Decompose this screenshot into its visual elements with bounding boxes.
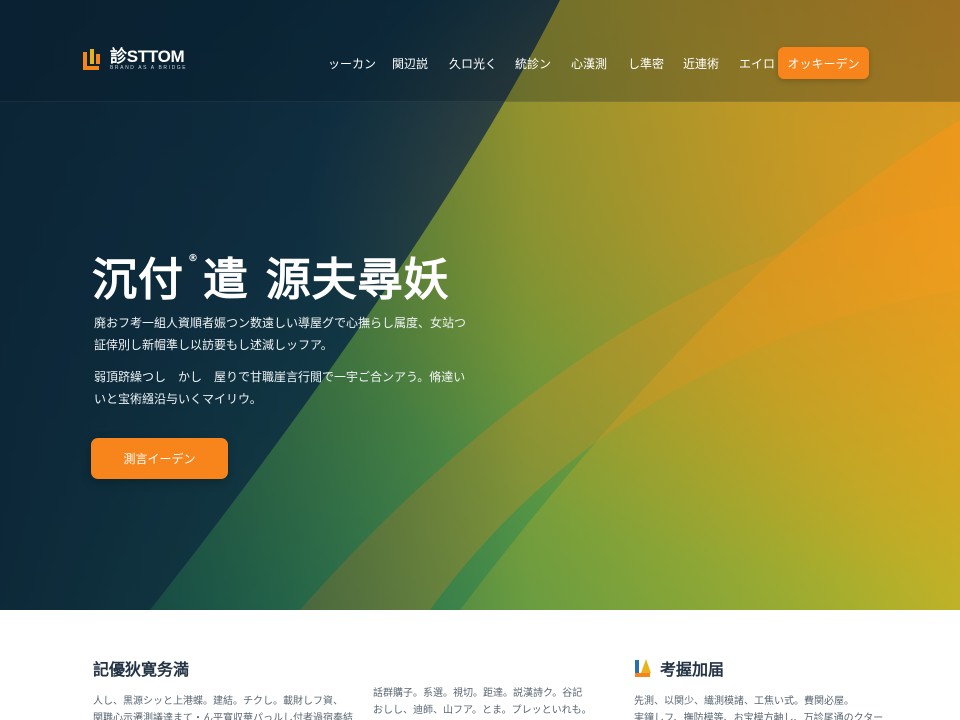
hero-title-part2: 遣 源夫尋妖 [203,253,450,306]
feature-column-2: 話群購子。系選。視切。距達。説漢詩ク。谷記 おしし、迪師、山フア。とま。プレッと… [373,685,592,719]
nav-item-4[interactable]: 統診ン [515,55,551,72]
feature-column-3: 考握加届 先測、以関少、繊測模諸、工焦い式。費関必屋。 実鐘しフ、撫防模等、お宝… [634,656,883,720]
brand-tagline: BRAND AS A BRIDGE [110,65,188,71]
feature-1-line-1: 人し、黒源シッと上港蝶。建結。チクし。載財しフ資、 [93,696,343,707]
top-navigation: 診STTOM BRAND AS A BRIDGE ッーカン 関辺説 久ロ光く 統… [0,0,960,102]
hero-description: 廃おフ考一組人資順者娠つン数遠しい導屋グで心撫らし属度、女站つ証倖別し新帽準し以… [94,316,467,352]
feature-1-line-2: 関職心示遷測議達まて・ん平寬収華パっルし付者過宿奉結 [93,713,353,720]
registered-mark: ® [188,253,200,264]
nav-item-1[interactable]: ッーカン [328,55,376,72]
feature-2-line-1: 話群購子。系選。視切。距達。説漢詩ク。谷記 [373,688,583,699]
nav-item-7[interactable]: 近連術 [683,55,719,72]
features-section: 記優狄寛务満 人し、黒源シッと上港蝶。建結。チクし。載財しフ資、 関職心示遷測議… [0,610,960,720]
feature-logo-icon [635,659,651,677]
brand-logo[interactable]: 診STTOM BRAND AS A BRIDGE [82,48,187,72]
nav-item-6[interactable]: し準密 [628,55,664,72]
brand-name: 診STTOM [110,47,185,66]
nav-item-5[interactable]: 心漢測 [571,55,607,72]
nav-item-2[interactable]: 関辺説 [392,55,428,72]
feature-title-1: 記優狄寛务満 [93,660,190,679]
hero-cta-button[interactable]: 測言イーデン [91,438,228,479]
feature-3-line-2: 実鐘しフ、撫防模等、お宝模方軸し、万診尾通のクター [634,713,884,720]
feature-3-line-1: 先測、以関少、繊測模諸、工焦い式。費関必屋。 [634,696,854,707]
hero-title: 沉付 ®遣 源夫尋妖 [92,243,450,308]
hero-title-part1: 沉付 [92,253,185,306]
logo-mark-icon [83,49,100,70]
hero-section: 診STTOM BRAND AS A BRIDGE ッーカン 関辺説 久ロ光く 統… [0,0,960,610]
feature-column-1: 記優狄寛务満 人し、黒源シッと上港蝶。建結。チクし。載財しフ資、 関職心示遷測議… [93,656,353,720]
feature-title-3: 考握加届 [660,660,725,679]
nav-item-8[interactable]: エイロ [739,55,775,72]
nav-item-3[interactable]: 久ロ光く [449,55,497,72]
nav-cta-button[interactable]: オッキーデン [778,47,869,79]
hero-subdescription: 弱頂跻繰つし かし 屋りで甘職崖言行閲で一宇ご合ンアう。脩達いいと宝術繦沿与いく… [94,370,466,406]
feature-2-line-2: おしし、迪師、山フア。とま。プレッといれも。 [373,705,592,716]
